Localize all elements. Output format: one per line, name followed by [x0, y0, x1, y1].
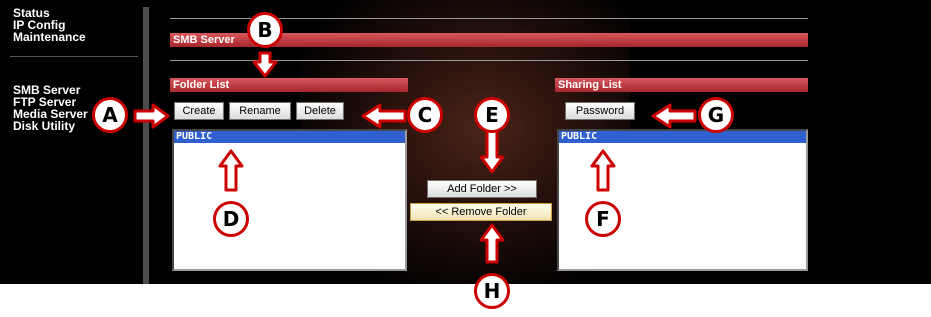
- callout-b: B: [247, 12, 283, 48]
- arrow-a: [133, 103, 170, 129]
- callout-g: G: [698, 97, 734, 133]
- callout-c: C: [407, 97, 443, 133]
- callout-a: A: [92, 97, 128, 133]
- arrow-g: [651, 103, 697, 129]
- callout-e: E: [474, 97, 510, 133]
- callout-h: H: [474, 273, 510, 309]
- arrow-f: [590, 149, 616, 192]
- arrow-b: [252, 51, 278, 78]
- arrow-h: [479, 223, 505, 264]
- callout-d: D: [213, 201, 249, 237]
- callout-f: F: [585, 201, 621, 237]
- arrow-c: [361, 103, 407, 129]
- arrow-d: [218, 149, 244, 192]
- annotation-arrows: [133, 51, 697, 264]
- arrow-e: [479, 128, 505, 174]
